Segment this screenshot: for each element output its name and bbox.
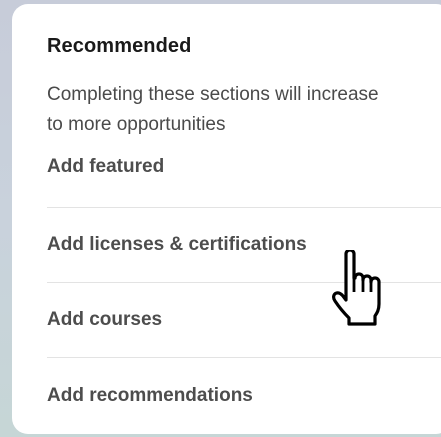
add-recommendations-label: Add recommendations xyxy=(47,384,253,406)
recommended-card: Recommended Completing these sections wi… xyxy=(12,4,441,434)
recommended-description: Completing these sections will increase … xyxy=(47,80,441,140)
recommended-title: Recommended xyxy=(47,35,192,57)
add-licenses-certifications-label: Add licenses & certifications xyxy=(47,234,307,255)
recommended-item-list: Add featured Add licenses & certificatio… xyxy=(47,150,441,433)
add-featured-label: Add featured xyxy=(47,156,165,177)
add-recommendations-item[interactable]: Add recommendations xyxy=(47,358,441,433)
add-courses-item[interactable]: Add courses xyxy=(47,283,441,358)
add-licenses-certifications-item[interactable]: Add licenses & certifications xyxy=(47,208,441,283)
description-line-1: Completing these sections will increase xyxy=(47,84,379,105)
add-featured-item[interactable]: Add featured xyxy=(47,150,441,208)
add-courses-label: Add courses xyxy=(47,309,163,330)
description-line-2: to more opportunities xyxy=(47,114,226,135)
